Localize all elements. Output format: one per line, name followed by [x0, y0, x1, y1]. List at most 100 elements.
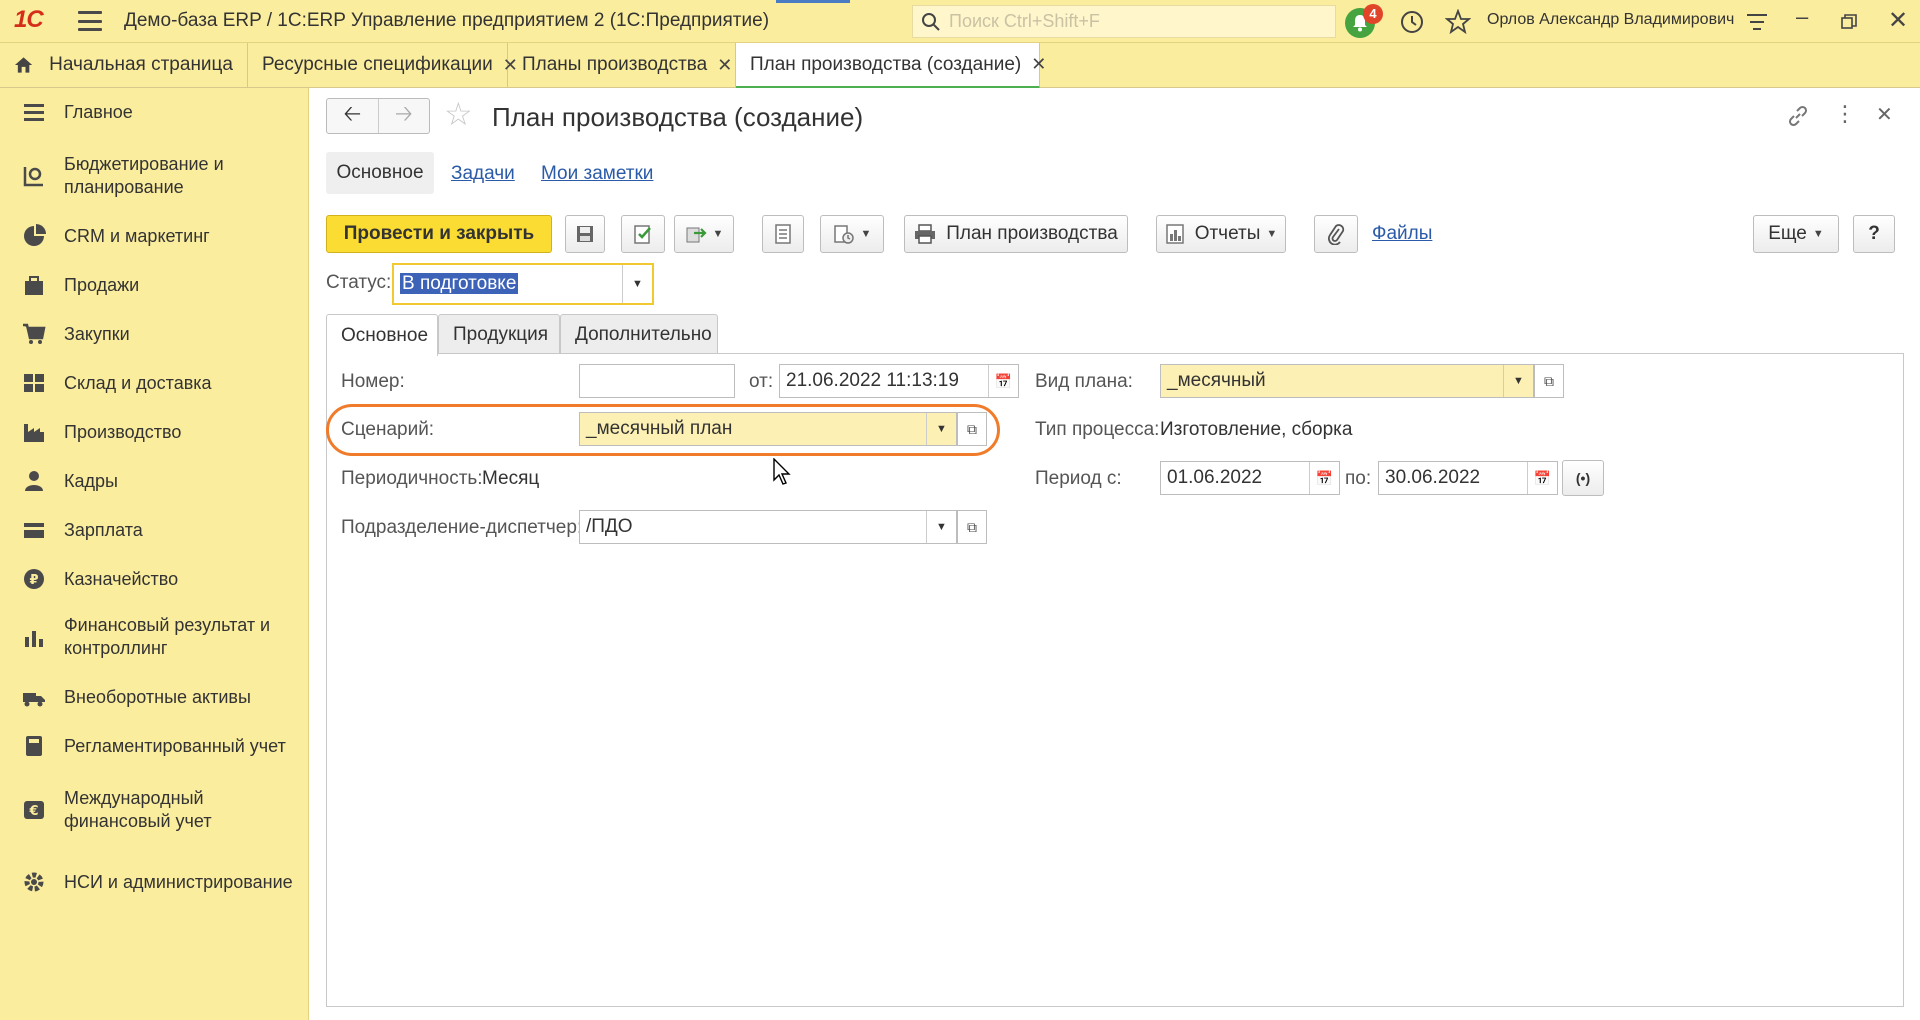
print-plan-label: План производства [946, 223, 1118, 244]
sidebar-item-label: Казначейство [64, 568, 179, 589]
forward-arrow-icon[interactable]: 🡢 [377, 99, 430, 133]
sidebar-item-label: Регламентированный учет [64, 735, 286, 756]
cart-icon [23, 323, 46, 344]
period-from-value: 01.06.2022 [1167, 467, 1263, 488]
help-button[interactable]: ? [1853, 215, 1895, 253]
subnav-notes-link[interactable]: Мои заметки [541, 163, 653, 185]
sidebar-item-admin[interactable]: НСИ и администрирование [0, 858, 309, 906]
budget-icon [23, 167, 43, 187]
tab-resource-specs-label: Ресурсные спецификации [262, 54, 493, 75]
user-name[interactable]: Орлов Александр Владимирович [1487, 11, 1734, 29]
related-documents-button[interactable]: ▼ [820, 215, 884, 253]
sidebar-item-international-accounting[interactable]: € Международный финансовый учет [0, 786, 309, 834]
app-logo[interactable]: 1С [14, 6, 60, 36]
files-link[interactable]: Файлы [1372, 223, 1432, 245]
search-input[interactable]: Поиск Ctrl+Shift+F [912, 5, 1336, 38]
division-select[interactable]: /ПДО ▼ [579, 510, 957, 544]
calendar-icon[interactable]: 📅 [1309, 462, 1339, 494]
close-tab-icon[interactable]: ✕ [1031, 54, 1046, 75]
open-tabs-bar: Начальная страница Ресурсные спецификаци… [0, 43, 1920, 89]
date-input[interactable]: 21.06.2022 11:13:19 📅 [779, 364, 1019, 398]
subnav-tasks-link[interactable]: Задачи [451, 163, 515, 185]
bar-chart-icon [25, 631, 43, 647]
period-to-input[interactable]: 30.06.2022 📅 [1378, 461, 1558, 495]
close-window-icon[interactable]: ✕ [1888, 6, 1908, 35]
kebab-menu-icon[interactable]: ⋮ [1834, 101, 1856, 127]
tab-production-plans[interactable]: Планы производства ✕ [508, 43, 736, 87]
open-division-icon[interactable]: ⧉ [957, 510, 987, 544]
notifications-bell-icon[interactable]: 4 [1345, 4, 1383, 38]
sidebar-item-warehouse[interactable]: Склад и доставка [0, 367, 309, 399]
factory-icon [24, 424, 44, 442]
create-based-on-button[interactable]: ▼ [674, 215, 734, 253]
sidebar-item-hr[interactable]: Кадры [0, 465, 309, 497]
minimize-icon[interactable]: – [1796, 4, 1808, 30]
tab-resource-specs[interactable]: Ресурсные спецификации ✕ [248, 43, 518, 87]
sidebar-item-financial-result[interactable]: Финансовый результат и контроллинг [0, 613, 309, 661]
sidebar-item-budgeting[interactable]: Бюджетирование и планирование [0, 152, 309, 200]
more-button[interactable]: Еще ▼ [1753, 215, 1839, 253]
sidebar-item-production[interactable]: Производство [0, 416, 309, 448]
chevron-down-icon[interactable]: ▼ [1503, 365, 1533, 397]
close-tab-icon[interactable]: ✕ [717, 55, 732, 76]
structure-button[interactable] [762, 215, 804, 253]
reports-button[interactable]: Отчеты ▼ [1156, 215, 1286, 253]
sidebar-item-main[interactable]: Главное [0, 96, 309, 128]
save-button[interactable] [565, 215, 605, 253]
wallet-icon [24, 523, 44, 538]
reports-icon [1165, 224, 1184, 244]
post-and-close-button[interactable]: Провести и закрыть [326, 215, 552, 253]
bookmark-star-icon[interactable]: ☆ [444, 98, 473, 130]
tab-production-plan-create[interactable]: План производства (создание) ✕ [736, 43, 1046, 89]
period-from-input[interactable]: 01.06.2022 📅 [1160, 461, 1340, 495]
sidebar-item-regulated-accounting[interactable]: Регламентированный учет [0, 730, 309, 762]
person-icon [25, 471, 43, 491]
period-selector-icon: (•) [1575, 470, 1591, 486]
hamburger-menu-icon[interactable] [78, 11, 102, 31]
sidebar-item-label: Внеоборотные активы [64, 686, 251, 707]
sidebar-item-fixed-assets[interactable]: Внеоборотные активы [0, 681, 309, 713]
tab-home[interactable]: Начальная страница [0, 43, 248, 87]
open-plan-type-icon[interactable]: ⧉ [1534, 364, 1564, 398]
subnav-main[interactable]: Основное [326, 152, 434, 194]
chevron-down-icon[interactable]: ▼ [622, 265, 652, 303]
sidebar-item-label: Международный финансовый учет [64, 788, 212, 831]
form-tab-products[interactable]: Продукция [438, 314, 560, 354]
sidebar-item-salary[interactable]: Зарплата [0, 514, 309, 546]
calendar-icon[interactable]: 📅 [1527, 462, 1557, 494]
plan-type-select[interactable]: _месячный ▼ [1160, 364, 1534, 398]
tab-production-plan-create-label: План производства (создание) [750, 53, 1022, 75]
form-tab-additional[interactable]: Дополнительно [560, 314, 718, 354]
svg-text:€: € [28, 804, 38, 819]
period-to-value: 30.06.2022 [1385, 467, 1481, 488]
link-icon[interactable] [1786, 104, 1810, 128]
chevron-down-icon[interactable]: ▼ [926, 511, 956, 543]
period-select-button[interactable]: (•) [1562, 460, 1604, 496]
close-form-icon[interactable]: ✕ [1876, 102, 1893, 127]
calendar-icon[interactable]: 📅 [988, 365, 1018, 397]
post-button[interactable] [621, 215, 665, 253]
history-icon[interactable] [1399, 9, 1425, 35]
sidebar-item-treasury[interactable]: ₽ Казначейство [0, 563, 309, 595]
division-value: /ПДО [586, 516, 633, 537]
sidebar-item-sales[interactable]: Продажи [0, 269, 309, 301]
status-select[interactable]: В подготовке ▼ [392, 263, 654, 305]
calculator-icon [26, 736, 42, 756]
number-input[interactable] [579, 364, 735, 398]
settings-menu-icon[interactable] [1745, 12, 1769, 32]
sidebar-item-crm[interactable]: CRM и маркетинг [0, 220, 309, 252]
sections-sidebar: Главное Бюджетирование и планирование CR… [0, 88, 309, 1020]
printer-icon [915, 224, 936, 244]
form-tab-main[interactable]: Основное [326, 314, 438, 356]
attach-file-button[interactable] [1314, 215, 1358, 253]
tab-home-label: Начальная страница [49, 54, 233, 75]
page-title: План производства (создание) [492, 102, 864, 132]
sidebar-item-label: Финансовый результат и контроллинг [64, 615, 271, 658]
print-plan-button[interactable]: План производства [904, 215, 1128, 253]
restore-icon[interactable] [1841, 14, 1857, 30]
favorites-star-icon[interactable] [1445, 9, 1471, 35]
document-list-icon [775, 224, 791, 244]
back-arrow-icon[interactable]: 🡠 [327, 99, 378, 133]
save-icon [577, 226, 593, 242]
sidebar-item-purchases[interactable]: Закупки [0, 318, 309, 350]
